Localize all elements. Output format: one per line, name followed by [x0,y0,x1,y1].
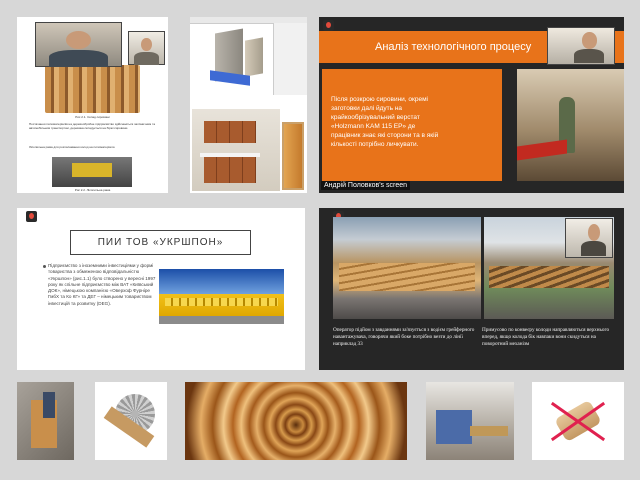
cabinet-3d-model-2 [245,37,263,77]
tile-video-router[interactable] [17,382,74,460]
slide-title: Аналіз технологічного процесу [375,41,532,53]
tile-presentation-share[interactable]: Аналіз технологічного процесу Після розк… [319,17,624,193]
sawmill-frame [72,163,112,177]
tile-cad-share[interactable] [190,17,307,193]
participant-face [582,32,597,49]
doc-paragraph: Постачання пиломатеріалів на деревооброб… [29,122,156,130]
bullet-dot [43,265,46,268]
door-render [282,122,304,190]
tile-wood-rings-video[interactable] [185,382,407,460]
doc-paragraph-2: Лісопильна рама для розпилювання колод н… [29,145,116,149]
slide-title: ПИИ ТОВ «УКРШПОН» [97,237,224,248]
building-windows [165,298,278,306]
webcam-thumbnail-2[interactable] [128,31,165,65]
slide-body-text: Після розкрою сировини, окремі заготовки… [331,96,439,148]
participant-body [48,49,109,67]
figure-caption: Рис 2.1. Склад сировини [75,115,110,119]
caption-right: Примусово по конвеєру колоди направляють… [482,327,610,347]
workshop-machine [436,410,472,444]
participant-body [580,241,607,257]
countertop-blue [210,70,250,86]
tile-process-slide[interactable]: Оператор підйом з завданнями за'язується… [319,208,624,370]
participant-body [574,48,605,64]
logs-stack-left [339,263,475,291]
participant-body [134,51,159,65]
machine-part [43,392,55,418]
tile-company-slide[interactable]: ПИИ ТОВ «УКРШПОН» Підприємство з іноземн… [17,208,305,370]
tile-workshop-video[interactable] [426,382,514,460]
zoom-logo-icon [323,20,334,31]
webcam-thumbnail-3[interactable] [547,27,615,65]
conveyor-logs-right [489,266,609,288]
tile-animation-saw[interactable] [95,382,167,460]
tile-cut-diagram[interactable] [532,382,624,460]
workshop-table [470,426,508,436]
upper-cabinets [204,121,256,143]
screen-share-label: Андрій Половков's screen [321,181,411,190]
doc-top-photo [45,65,140,113]
lower-cabinets [204,157,256,183]
slide-body-text: Підприємство з іноземними інвестиціями у… [48,263,156,306]
tile-document-share[interactable]: Рис 2.1. Склад сировини Постачання пилом… [17,17,168,193]
webcam-thumbnail-1[interactable] [35,22,122,67]
cad-side-panel [273,23,307,95]
participant-face [65,30,92,49]
participant-face [588,224,601,242]
webcam-thumbnail-4[interactable] [565,218,613,258]
zoom-logo-icon [26,211,37,222]
company-building-photo [159,269,284,324]
caption-left: Оператор підйом з завданнями за'язується… [333,327,475,347]
participant-face [141,37,152,52]
figure-caption-2: Рис 2.2. Лісопильна рама [74,188,111,192]
countertop [200,153,260,157]
